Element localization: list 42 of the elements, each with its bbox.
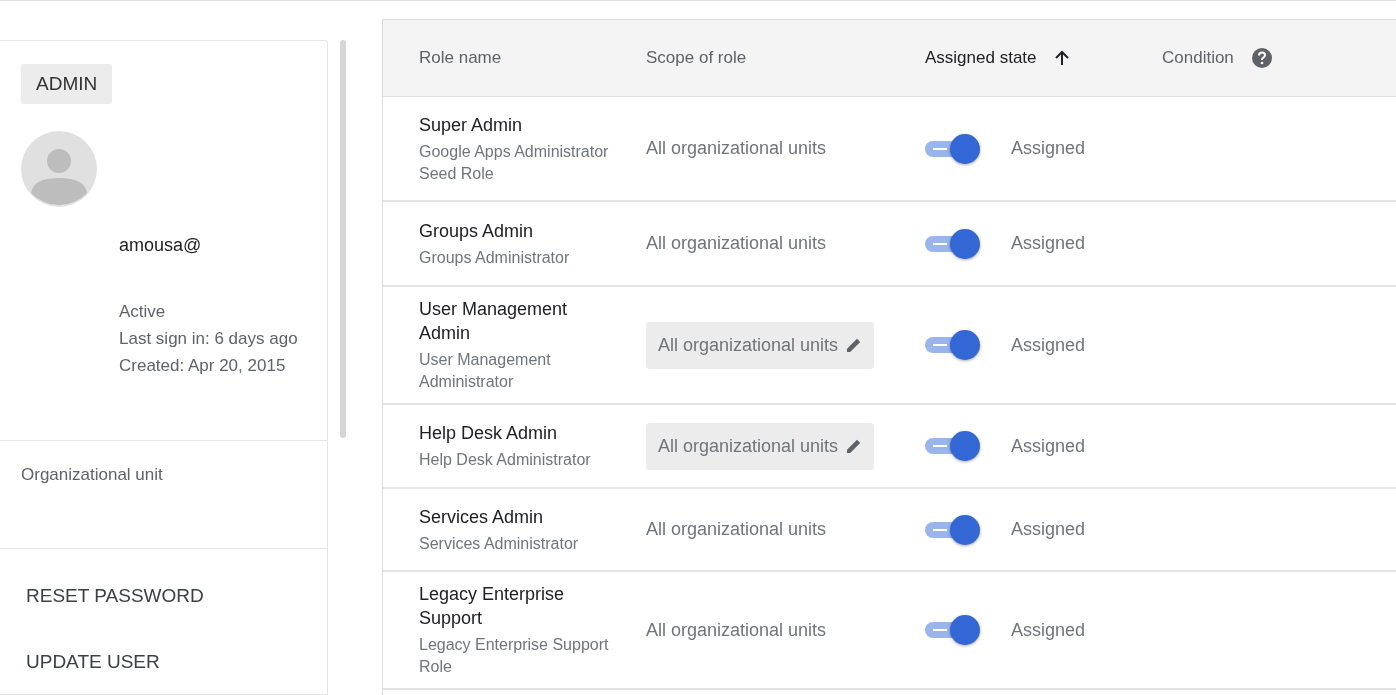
- role-description: Google Apps Administrator Seed Role: [419, 141, 610, 184]
- column-header[interactable]: Assigned state: [925, 48, 1162, 68]
- role-name: Services Admin: [419, 505, 545, 529]
- assigned-state: Assigned: [1011, 435, 1086, 457]
- admin-label: ADMIN: [21, 64, 113, 104]
- role-scope: All organizational units: [646, 619, 827, 640]
- role-scope: All organizational units: [646, 138, 827, 158]
- assigned-state: Assigned: [1011, 138, 1086, 159]
- column-header[interactable]: Role name: [383, 48, 646, 68]
- role-name: Help Desk Admin: [419, 422, 559, 445]
- pencil-icon: [846, 337, 863, 353]
- user-status: Active: [119, 301, 167, 323]
- column-header[interactable]: Scope of role: [646, 48, 925, 68]
- help-icon[interactable]: [1251, 48, 1272, 68]
- assigned-state: Assigned: [1011, 334, 1086, 356]
- assigned-state: Assigned: [1011, 619, 1086, 641]
- column-header[interactable]: Condition: [1162, 48, 1272, 68]
- action-button[interactable]: RESET PASSWORD: [26, 585, 204, 607]
- assigned-state: Assigned: [1011, 233, 1086, 254]
- role-description: Groups Administrator: [419, 247, 571, 268]
- created-date: Created: Apr 20, 2015: [119, 355, 287, 377]
- role-name: Legacy Enterprise Support: [419, 583, 566, 630]
- org-unit-label: Organizational unit: [21, 465, 163, 484]
- role-name: Groups Admin: [419, 219, 535, 243]
- role-description: Services Administrator: [419, 533, 580, 554]
- role-scope: All organizational units: [646, 519, 827, 539]
- last-sign-in: Last sign in: 6 days ago: [119, 328, 299, 350]
- action-button[interactable]: UPDATE USER: [26, 651, 160, 673]
- scope-chip[interactable]: All organizational units: [646, 321, 875, 369]
- role-description: User Management Administrator: [419, 350, 552, 392]
- role-name: Super Admin: [419, 113, 524, 137]
- scrollbar-thumb[interactable]: [340, 40, 346, 438]
- role-scope: All organizational units: [646, 233, 827, 253]
- role-description: Help Desk Administrator: [419, 450, 592, 470]
- pencil-icon: [846, 438, 863, 454]
- user-email: amousa@: [119, 235, 203, 256]
- role-name: User Management Admin: [419, 298, 569, 345]
- avatar-icon: [21, 131, 97, 207]
- scope-chip[interactable]: All organizational units: [646, 422, 875, 470]
- sort-arrow-icon: [1054, 50, 1069, 66]
- role-description: Legacy Enterprise Support Role: [419, 635, 610, 677]
- assigned-state: Assigned: [1011, 519, 1086, 540]
